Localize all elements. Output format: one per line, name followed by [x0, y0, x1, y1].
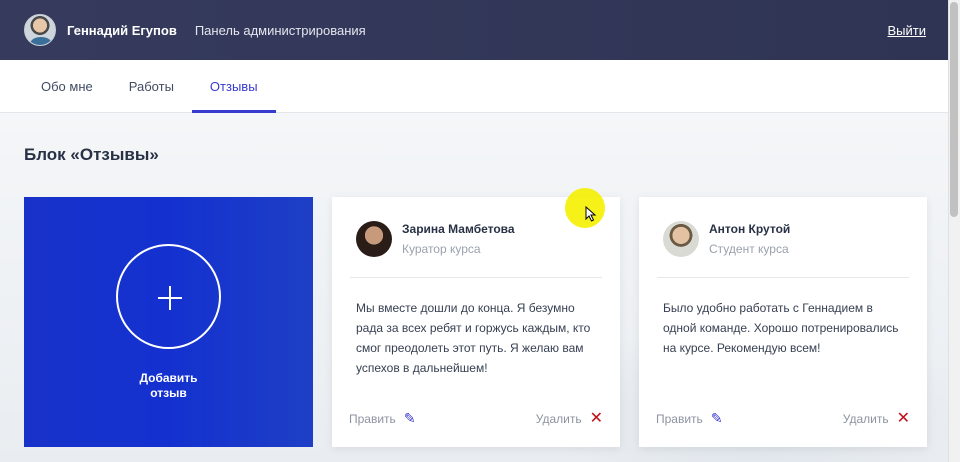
user-avatar: [24, 14, 56, 46]
delete-label: Удалить: [842, 411, 889, 426]
edit-label: Править: [349, 411, 396, 426]
reviewer-avatar: [663, 221, 699, 257]
card-divider: [350, 277, 602, 278]
review-author: Антон Крутой Студент курса: [663, 221, 790, 257]
tab-bar: Обо мне Работы Отзывы: [0, 60, 948, 113]
pencil-icon: ✎: [710, 410, 723, 426]
edit-button[interactable]: Править ✎: [349, 410, 416, 427]
review-card: Антон Крутой Студент курса Было удобно р…: [639, 197, 927, 447]
delete-button[interactable]: Удалить ✕: [536, 410, 603, 427]
edit-button[interactable]: Править ✎: [656, 410, 723, 427]
section-title: Блок «Отзывы»: [24, 145, 159, 164]
review-author: Зарина Мамбетова Куратор курса: [356, 221, 515, 257]
plus-icon: [158, 286, 182, 310]
add-review-label: Добавить отзыв: [139, 371, 198, 400]
reviewer-avatar: [356, 221, 392, 257]
user-name: Геннадий Егупов: [67, 22, 177, 38]
admin-panel-title: Панель администрирования: [194, 22, 366, 38]
tab-works[interactable]: Работы: [111, 60, 192, 113]
reviewer-role: Куратор курса: [402, 242, 481, 256]
review-actions: Править ✎ Удалить ✕: [349, 410, 603, 427]
close-icon: ✕: [896, 409, 910, 427]
pencil-icon: ✎: [403, 410, 416, 426]
delete-label: Удалить: [535, 411, 582, 426]
tab-reviews[interactable]: Отзывы: [191, 60, 276, 113]
review-card: Зарина Мамбетова Куратор курса Мы вместе…: [332, 197, 620, 447]
reviewer-role: Студент курса: [709, 242, 789, 256]
reviewer-name: Зарина Мамбетова: [402, 222, 515, 236]
add-circle: [116, 244, 221, 349]
review-actions: Править ✎ Удалить ✕: [656, 410, 910, 427]
scroll-thumb[interactable]: [950, 2, 958, 217]
card-divider: [657, 277, 909, 278]
logout-link[interactable]: Выйти: [888, 23, 927, 38]
mouse-pointer-icon: [585, 206, 597, 222]
edit-label: Править: [656, 411, 703, 426]
delete-button[interactable]: Удалить ✕: [843, 410, 910, 427]
tab-about[interactable]: Обо мне: [23, 60, 111, 113]
review-text: Мы вместе дошли до конца. Я безумно рада…: [356, 301, 591, 375]
add-review-card[interactable]: Добавить отзыв: [24, 197, 313, 447]
top-header: Геннадий Егупов Панель администрирования…: [0, 0, 948, 60]
vertical-scrollbar[interactable]: [948, 0, 960, 462]
reviewer-name: Антон Крутой: [709, 222, 791, 236]
review-text: Было удобно работать с Геннадием в одной…: [663, 301, 899, 355]
close-icon: ✕: [589, 409, 603, 427]
